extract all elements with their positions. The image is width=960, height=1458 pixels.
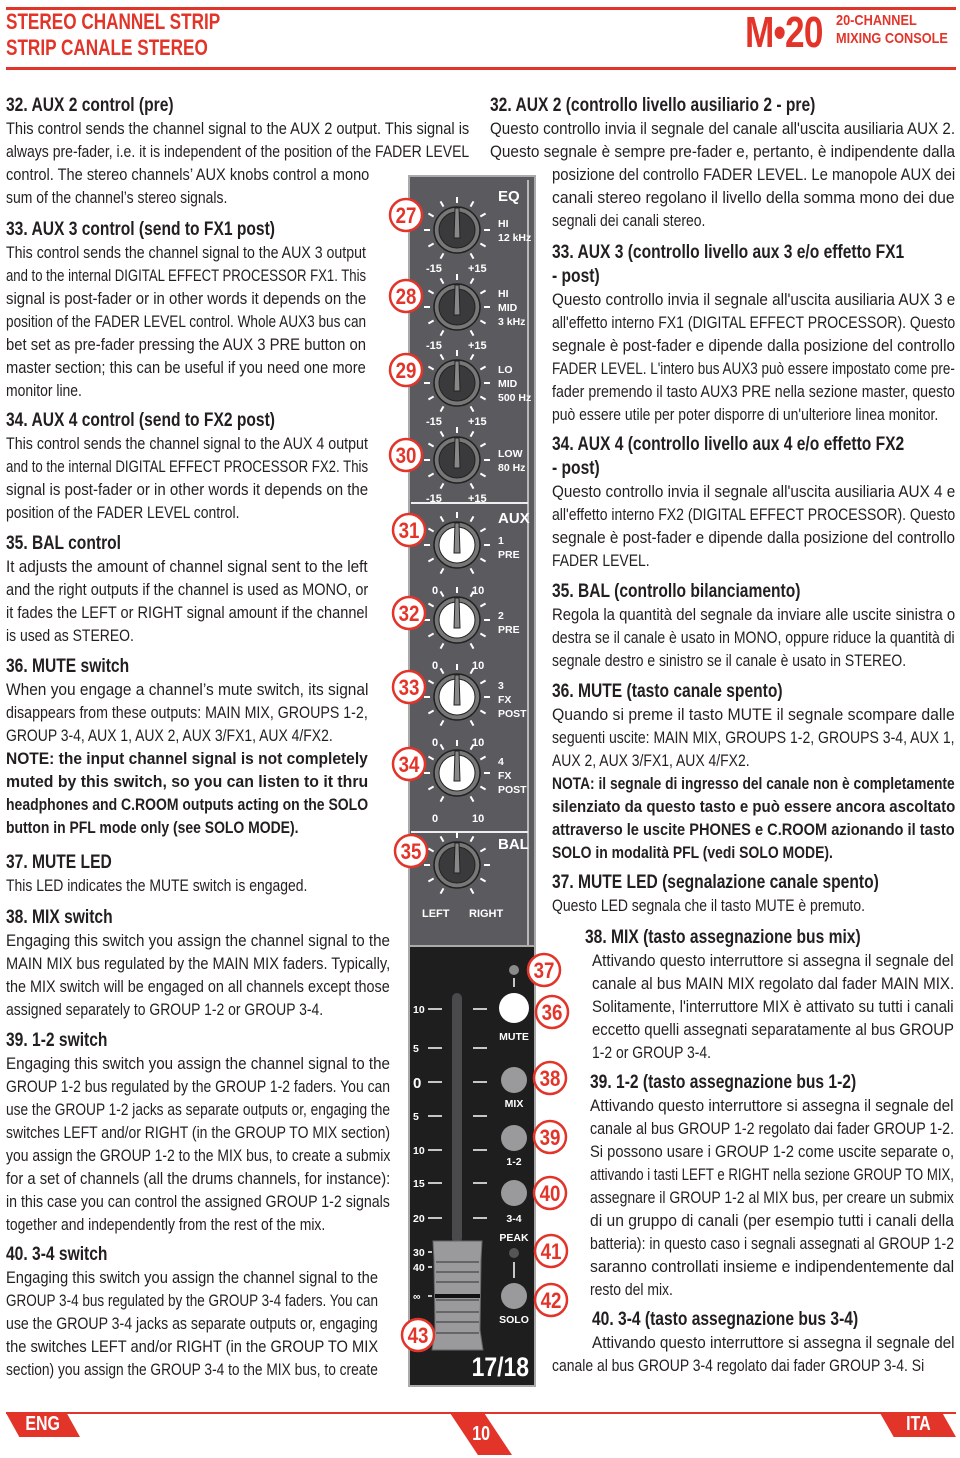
knob-label: 3 <box>498 680 504 692</box>
knob-label: LO <box>498 364 513 376</box>
callout-number: 42 <box>541 1290 562 1314</box>
knob-max-label: +15 <box>468 493 487 505</box>
footer-tab-ita-label: ITA <box>905 1413 931 1435</box>
knob-max-label: 10 <box>472 585 484 597</box>
knob-min-label: 0 <box>432 737 438 749</box>
eq-title: EQ <box>498 188 520 205</box>
callout-number: 31 <box>399 520 420 544</box>
callout-number: 33 <box>399 677 420 701</box>
knob-label: POST <box>498 784 527 796</box>
solo-button[interactable] <box>501 1283 527 1309</box>
peak-led <box>509 1248 519 1258</box>
knob-min-label: 0 <box>432 813 438 825</box>
knob-max-label: 10 <box>472 737 484 749</box>
knob-label: HI <box>498 288 509 300</box>
knob-pointer <box>453 207 461 239</box>
knob-min-label: 0 <box>432 585 438 597</box>
knob-pointer <box>453 360 461 392</box>
callout-number: 29 <box>396 360 417 384</box>
fader-scale-label: 15 <box>413 1178 425 1190</box>
knob-pointer <box>453 284 461 316</box>
knob-label: 12 kHz <box>498 232 531 244</box>
page-number: 10 <box>472 1423 490 1445</box>
knob-pointer <box>453 842 461 874</box>
knob-label: MID <box>498 302 518 314</box>
knob-max-label: +15 <box>468 340 487 352</box>
mute-button[interactable] <box>499 993 529 1023</box>
knob-max-label: +15 <box>468 263 487 275</box>
knob-label: POST <box>498 708 527 720</box>
knob-max-label: 10 <box>472 660 484 672</box>
callout-number: 41 <box>541 1241 562 1265</box>
bal-right-label: RIGHT <box>469 908 504 920</box>
fader-scale-label: 0 <box>413 1075 421 1092</box>
callout-number: 32 <box>399 603 420 627</box>
knob-label: FX <box>498 770 511 782</box>
knob-min-label: -15 <box>426 416 442 428</box>
knob-pointer <box>453 597 461 629</box>
fader-scale-label: 30 <box>413 1247 425 1259</box>
fader-track <box>452 993 462 1243</box>
knob-max-label: +15 <box>468 416 487 428</box>
callout-number: 36 <box>542 1002 563 1026</box>
callout-number: 28 <box>396 286 417 310</box>
callout-number: 35 <box>401 841 422 865</box>
callout-number: 30 <box>396 445 417 469</box>
knob-label: HI <box>498 218 509 230</box>
fader-cap[interactable] <box>431 1240 484 1351</box>
knob-label: 2 <box>498 610 504 622</box>
bal-left-label: LEFT <box>422 908 450 920</box>
fader-scale-label: 40 <box>413 1262 425 1274</box>
callout-number: 38 <box>540 1068 561 1092</box>
knob-label: LOW <box>498 448 523 460</box>
knob-pointer <box>453 750 461 782</box>
knob-label: 500 Hz <box>498 392 531 404</box>
button-label: MUTE <box>499 1031 529 1043</box>
fader-scale-label: 10 <box>413 1004 425 1016</box>
callout-number: 40 <box>540 1183 561 1207</box>
3-4-button[interactable] <box>501 1180 527 1206</box>
knob-min-label: -15 <box>426 263 442 275</box>
knob-label: PRE <box>498 624 520 636</box>
button-label: MIX <box>505 1098 524 1110</box>
button-label: SOLO <box>499 1314 529 1326</box>
knob-label: PRE <box>498 549 520 561</box>
knob-min-label: -15 <box>426 340 442 352</box>
fader-scale-label: ∞ <box>413 1291 421 1303</box>
fader-scale-label: 10 <box>413 1145 425 1157</box>
callout-number: 27 <box>396 205 417 229</box>
callout-number: 43 <box>408 1325 429 1349</box>
channel-number-label: 17/18 <box>472 1352 529 1382</box>
button-label: PEAK <box>499 1232 529 1244</box>
mute-led <box>509 965 519 975</box>
bal-title: BAL <box>498 836 529 853</box>
channel-strip-diagram: EQ AUX BAL 27 -15 +15 HI 12 kHz 28 -15 +15 HI MID 3 k… <box>388 175 570 1387</box>
aux-title: AUX <box>498 510 530 527</box>
knob-min-label: 0 <box>432 660 438 672</box>
knob-pointer <box>453 437 461 469</box>
knob-label: 4 <box>498 756 504 768</box>
mix-button[interactable] <box>501 1067 527 1093</box>
button-label: 3-4 <box>506 1213 521 1225</box>
knob-label: 80 Hz <box>498 462 525 474</box>
fader-scale-label: 5 <box>413 1043 419 1055</box>
knob-label: 3 kHz <box>498 316 525 328</box>
footer-tab-eng-label: ENG <box>25 1413 61 1435</box>
callout-number: 39 <box>540 1127 561 1151</box>
button-label: 1-2 <box>506 1156 521 1168</box>
fader-scale-label: 5 <box>413 1111 419 1123</box>
fader-scale-label: 20 <box>413 1213 425 1225</box>
1-2-button[interactable] <box>501 1125 527 1151</box>
knob-label: MID <box>498 378 518 390</box>
callout-number: 34 <box>399 754 420 778</box>
knob-pointer <box>453 674 461 706</box>
knob-label: FX <box>498 694 511 706</box>
knob-max-label: 10 <box>472 813 484 825</box>
knob-min-label: -15 <box>426 493 442 505</box>
knob-pointer <box>453 522 461 554</box>
knob-label: 1 <box>498 535 504 547</box>
callout-number: 37 <box>534 960 555 984</box>
